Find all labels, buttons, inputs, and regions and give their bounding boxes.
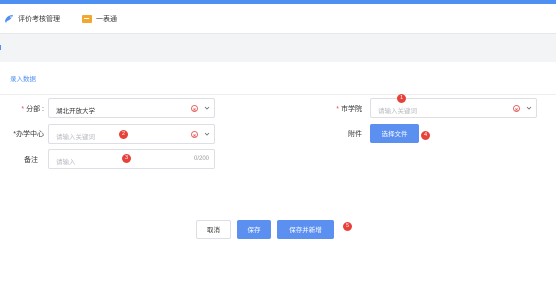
college-select[interactable]: 请输入关键词 — [370, 98, 537, 118]
brand-label: 评价考核管理 — [18, 16, 60, 23]
step-badge-1: 1 — [397, 94, 406, 103]
step-badge-2: 2 — [119, 130, 128, 139]
clear-icon[interactable] — [191, 131, 198, 138]
app-header: 评价考核管理 一表通 — [0, 4, 556, 34]
college-label: * 市学院 — [336, 106, 362, 113]
tab-divider — [0, 94, 556, 95]
save-and-new-button[interactable]: 保存并新增 — [277, 220, 334, 239]
remark-placeholder: 请输入 — [56, 159, 76, 166]
apps-nav-item[interactable]: 一表通 — [82, 14, 117, 24]
chevron-down-icon[interactable] — [204, 105, 210, 111]
step-badge-5: 5 — [343, 222, 352, 231]
branch-select-value: 湖北开放大学 — [56, 108, 95, 115]
choose-file-button[interactable]: 选择文件 — [370, 124, 419, 143]
table-app-icon — [82, 15, 92, 23]
chevron-down-icon[interactable] — [526, 105, 532, 111]
attachment-label: 附件 — [348, 131, 362, 138]
step-badge-3: 3 — [122, 154, 131, 163]
brand-nav-item[interactable]: 评价考核管理 — [4, 14, 60, 24]
branch-label: * 分部 : — [21, 106, 44, 113]
branch-select[interactable]: 湖北开放大学 — [48, 98, 215, 118]
step-badge-4: 4 — [421, 131, 430, 140]
bird-logo-icon — [4, 14, 14, 24]
tab-entry[interactable]: 录入数据 — [10, 73, 36, 83]
remark-counter: 0/200 — [193, 156, 209, 162]
apps-label: 一表通 — [96, 16, 117, 23]
remark-label: 备注 — [24, 157, 38, 164]
center-select[interactable]: 请输入关键词 — [48, 124, 215, 144]
sub-toolbar — [0, 35, 556, 59]
chevron-down-icon[interactable] — [204, 131, 210, 137]
center-label: *办学中心 — [13, 131, 44, 138]
college-select-placeholder: 请输入关键词 — [378, 108, 417, 115]
clear-icon[interactable] — [513, 105, 520, 112]
clear-icon[interactable] — [191, 105, 198, 112]
save-button[interactable]: 保存 — [237, 220, 271, 239]
remark-input[interactable]: 请输入 0/200 — [48, 149, 215, 169]
collapse-handle[interactable] — [0, 45, 2, 50]
center-select-placeholder: 请输入关键词 — [56, 134, 95, 141]
cancel-button[interactable]: 取消 — [196, 220, 231, 239]
